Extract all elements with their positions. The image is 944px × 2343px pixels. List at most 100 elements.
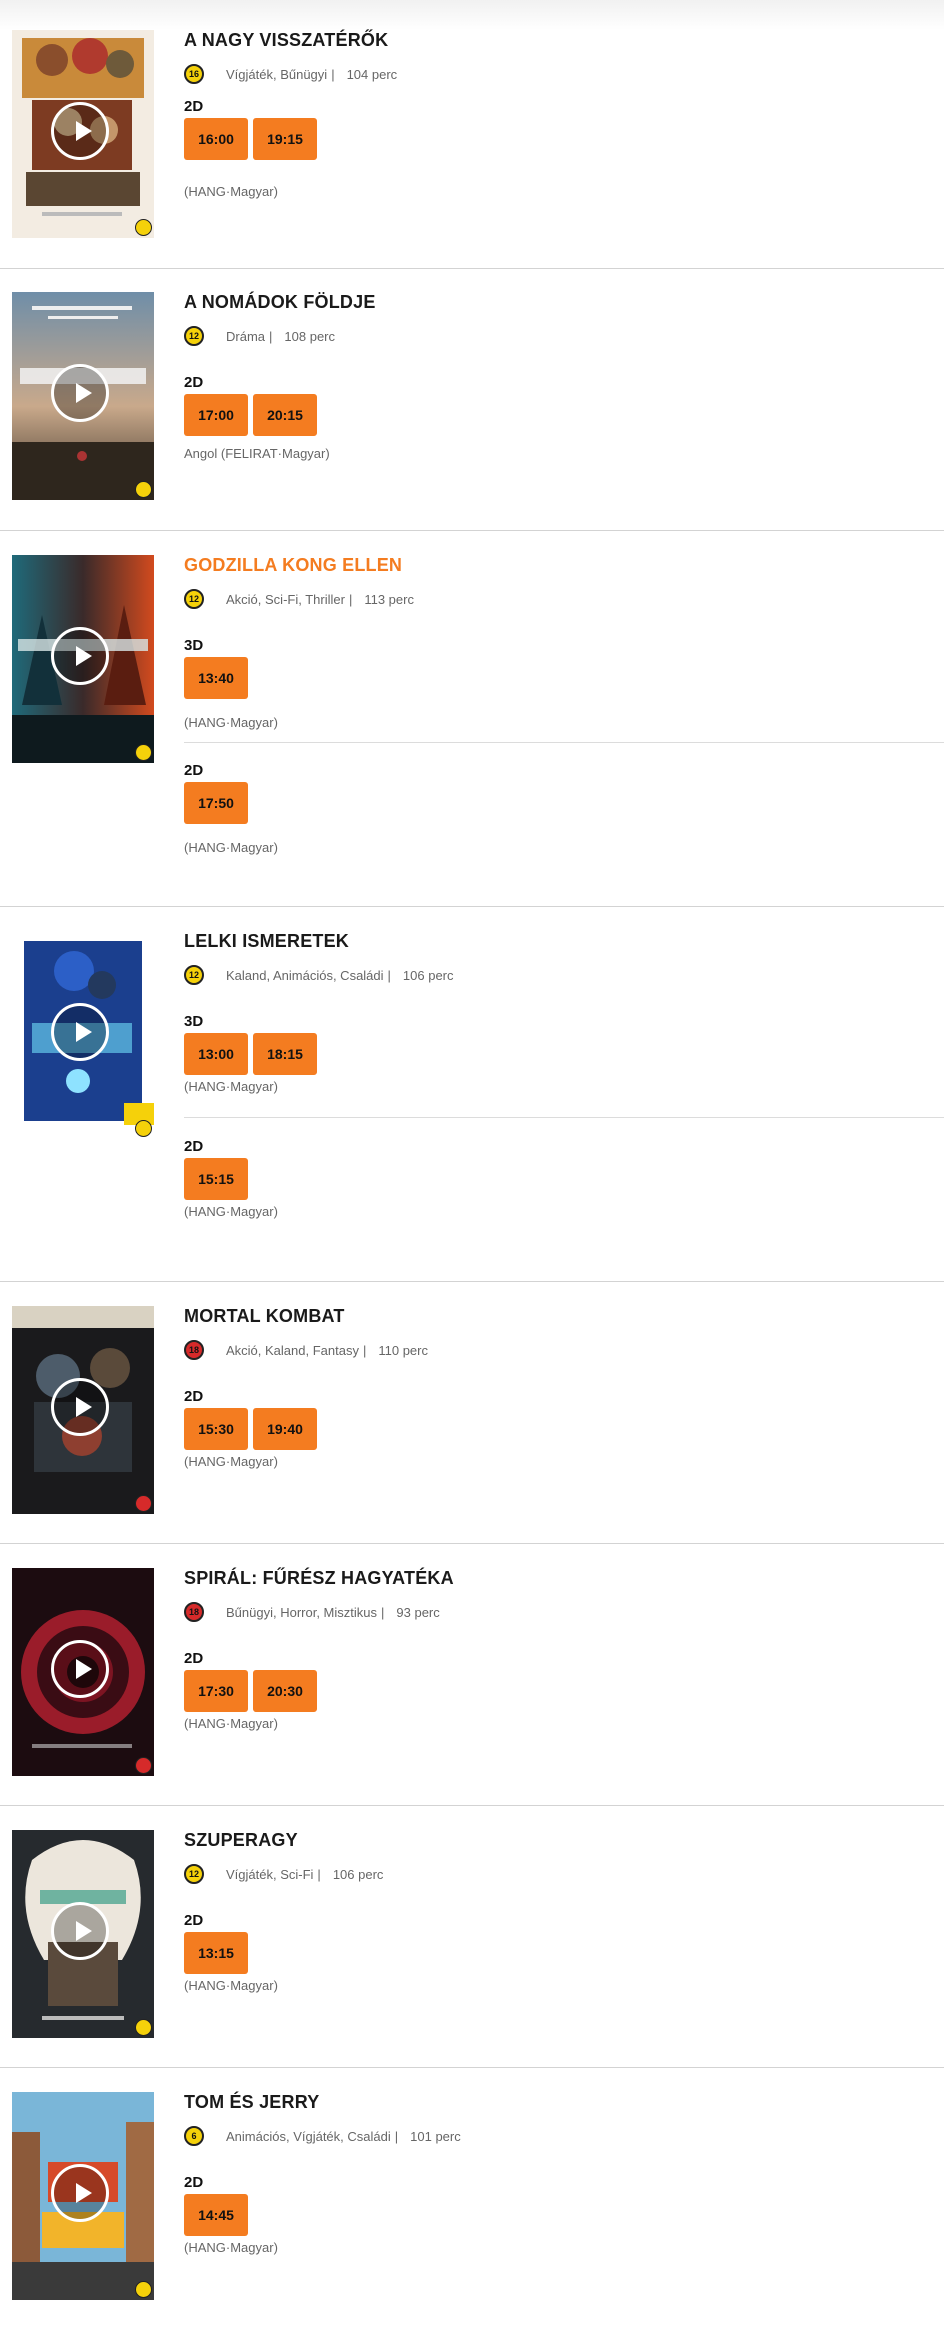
language-label: (HANG·Magyar) <box>184 184 278 199</box>
format-label: 2D <box>184 1388 204 1405</box>
movie-duration: 106 perc <box>332 1866 384 1882</box>
trailer-play-button[interactable] <box>51 102 109 160</box>
movie-duration: 104 perc <box>346 66 398 82</box>
trailer-play-button[interactable] <box>51 364 109 422</box>
language-label: (HANG·Magyar) <box>184 1204 278 1219</box>
movie-genres: Vígjáték, Sci-Fi <box>226 1866 314 1882</box>
showtime-button[interactable]: 18:15 <box>253 1033 317 1075</box>
showtime-button[interactable]: 20:30 <box>253 1670 317 1712</box>
trailer-play-button[interactable] <box>51 1640 109 1698</box>
movie-title[interactable]: TOM ÉS JERRY <box>184 2092 319 2113</box>
poster-rating-icon <box>135 481 152 498</box>
movie-meta: 16 Vígjáték, Bűnügyi | 104 perc <box>184 63 397 85</box>
format-label: 2D <box>184 1138 204 1155</box>
movie-genres: Kaland, Animációs, Családi <box>226 967 384 983</box>
trailer-play-button[interactable] <box>51 2164 109 2222</box>
movie-genres: Akció, Kaland, Fantasy <box>226 1342 359 1358</box>
movie-duration: 108 perc <box>284 328 335 344</box>
poster-rating-icon <box>135 1120 152 1137</box>
movie-title[interactable]: GODZILLA KONG ELLEN <box>184 555 402 576</box>
movie-meta: 12 Kaland, Animációs, Családi | 106 perc <box>184 964 454 986</box>
showtime-button[interactable]: 19:15 <box>253 118 317 160</box>
movie-title[interactable]: A NAGY VISSZATÉRŐK <box>184 30 388 51</box>
format-label: 2D <box>184 1912 204 1929</box>
movie-divider <box>0 1805 944 1806</box>
movie-poster[interactable] <box>12 1568 154 1776</box>
format-label: 2D <box>184 762 204 779</box>
age-rating-badge: 12 <box>184 965 204 985</box>
meta-separator: | <box>331 66 335 82</box>
movie-genres: Vígjáték, Bűnügyi <box>226 66 328 82</box>
movie-title[interactable]: SZUPERAGY <box>184 1830 298 1851</box>
meta-separator: | <box>317 1866 321 1882</box>
showtime-button[interactable]: 13:40 <box>184 657 248 699</box>
movie-divider <box>0 1281 944 1282</box>
age-rating-badge: 18 <box>184 1602 204 1622</box>
trailer-play-button[interactable] <box>51 1003 109 1061</box>
movie-divider <box>0 530 944 531</box>
showtime-button[interactable]: 15:15 <box>184 1158 248 1200</box>
format-divider <box>184 742 944 743</box>
movie-poster[interactable] <box>12 1306 154 1514</box>
movie-duration: 93 perc <box>396 1604 440 1620</box>
showtime-list: 17:50 <box>184 782 253 824</box>
movie-genres: Animációs, Vígjáték, Családi <box>226 2128 391 2144</box>
showtime-button[interactable]: 16:00 <box>184 118 248 160</box>
language-label: (HANG·Magyar) <box>184 1978 278 1993</box>
format-label: 2D <box>184 1650 204 1667</box>
meta-separator: | <box>362 1342 367 1358</box>
trailer-play-button[interactable] <box>51 1902 109 1960</box>
poster-rating-icon <box>135 2019 152 2036</box>
meta-separator: | <box>348 591 353 607</box>
poster-rating-icon <box>135 1495 152 1512</box>
showtime-button[interactable]: 19:40 <box>253 1408 317 1450</box>
trailer-play-button[interactable] <box>51 627 109 685</box>
language-label: (HANG·Magyar) <box>184 1716 278 1731</box>
format-label: 2D <box>184 2174 204 2191</box>
showtime-list: 15:15 <box>184 1158 253 1200</box>
age-rating-badge: 16 <box>184 64 204 84</box>
movie-title[interactable]: SPIRÁL: FŰRÉSZ HAGYATÉKA <box>184 1568 454 1589</box>
showtime-list: 13:40 <box>184 657 253 699</box>
showtime-button[interactable]: 15:30 <box>184 1408 248 1450</box>
showtime-button[interactable]: 20:15 <box>253 394 317 436</box>
movie-poster[interactable] <box>12 30 154 238</box>
movie-meta: 12 Vígjáték, Sci-Fi | 106 perc <box>184 1863 383 1885</box>
movie-duration: 113 perc <box>364 591 414 607</box>
movie-poster[interactable] <box>12 2092 154 2300</box>
language-label: (HANG·Magyar) <box>184 2240 278 2255</box>
showtime-button[interactable]: 17:00 <box>184 394 248 436</box>
age-rating-badge: 12 <box>184 1864 204 1884</box>
movie-divider <box>0 906 944 907</box>
showtime-button[interactable]: 13:00 <box>184 1033 248 1075</box>
language-label: (HANG·Magyar) <box>184 1079 278 1094</box>
movie-poster[interactable] <box>12 292 154 500</box>
showtime-list: 15:30 19:40 <box>184 1408 322 1450</box>
showtime-button[interactable]: 17:50 <box>184 782 248 824</box>
language-label: Angol (FELIRAT·Magyar) <box>184 446 330 461</box>
meta-separator: | <box>394 2128 399 2144</box>
movie-poster[interactable] <box>12 931 154 1139</box>
showtime-button[interactable]: 17:30 <box>184 1670 248 1712</box>
showtime-list: 17:00 20:15 <box>184 394 322 436</box>
movie-duration: 106 perc <box>402 967 454 983</box>
showtime-list: 16:00 19:15 <box>184 118 322 160</box>
movie-poster[interactable] <box>12 1830 154 2038</box>
movie-meta: 18 Bűnügyi, Horror, Misztikus | 93 perc <box>184 1601 440 1623</box>
movie-title[interactable]: A NOMÁDOK FÖLDJE <box>184 292 376 313</box>
age-rating-badge: 12 <box>184 589 204 609</box>
movie-poster[interactable] <box>12 555 154 763</box>
showtime-button[interactable]: 13:15 <box>184 1932 248 1974</box>
movie-meta: 18 Akció, Kaland, Fantasy | 110 perc <box>184 1339 428 1361</box>
trailer-play-button[interactable] <box>51 1378 109 1436</box>
movie-duration: 101 perc <box>410 2128 461 2144</box>
format-divider <box>184 1117 944 1118</box>
showtime-list: 13:00 18:15 <box>184 1033 322 1075</box>
poster-rating-icon <box>135 219 152 236</box>
age-rating-badge: 18 <box>184 1340 204 1360</box>
movie-genres: Bűnügyi, Horror, Misztikus <box>226 1604 377 1620</box>
showtime-button[interactable]: 14:45 <box>184 2194 248 2236</box>
format-label: 2D <box>184 98 204 115</box>
movie-title[interactable]: LELKI ISMERETEK <box>184 931 349 952</box>
movie-title[interactable]: MORTAL KOMBAT <box>184 1306 345 1327</box>
